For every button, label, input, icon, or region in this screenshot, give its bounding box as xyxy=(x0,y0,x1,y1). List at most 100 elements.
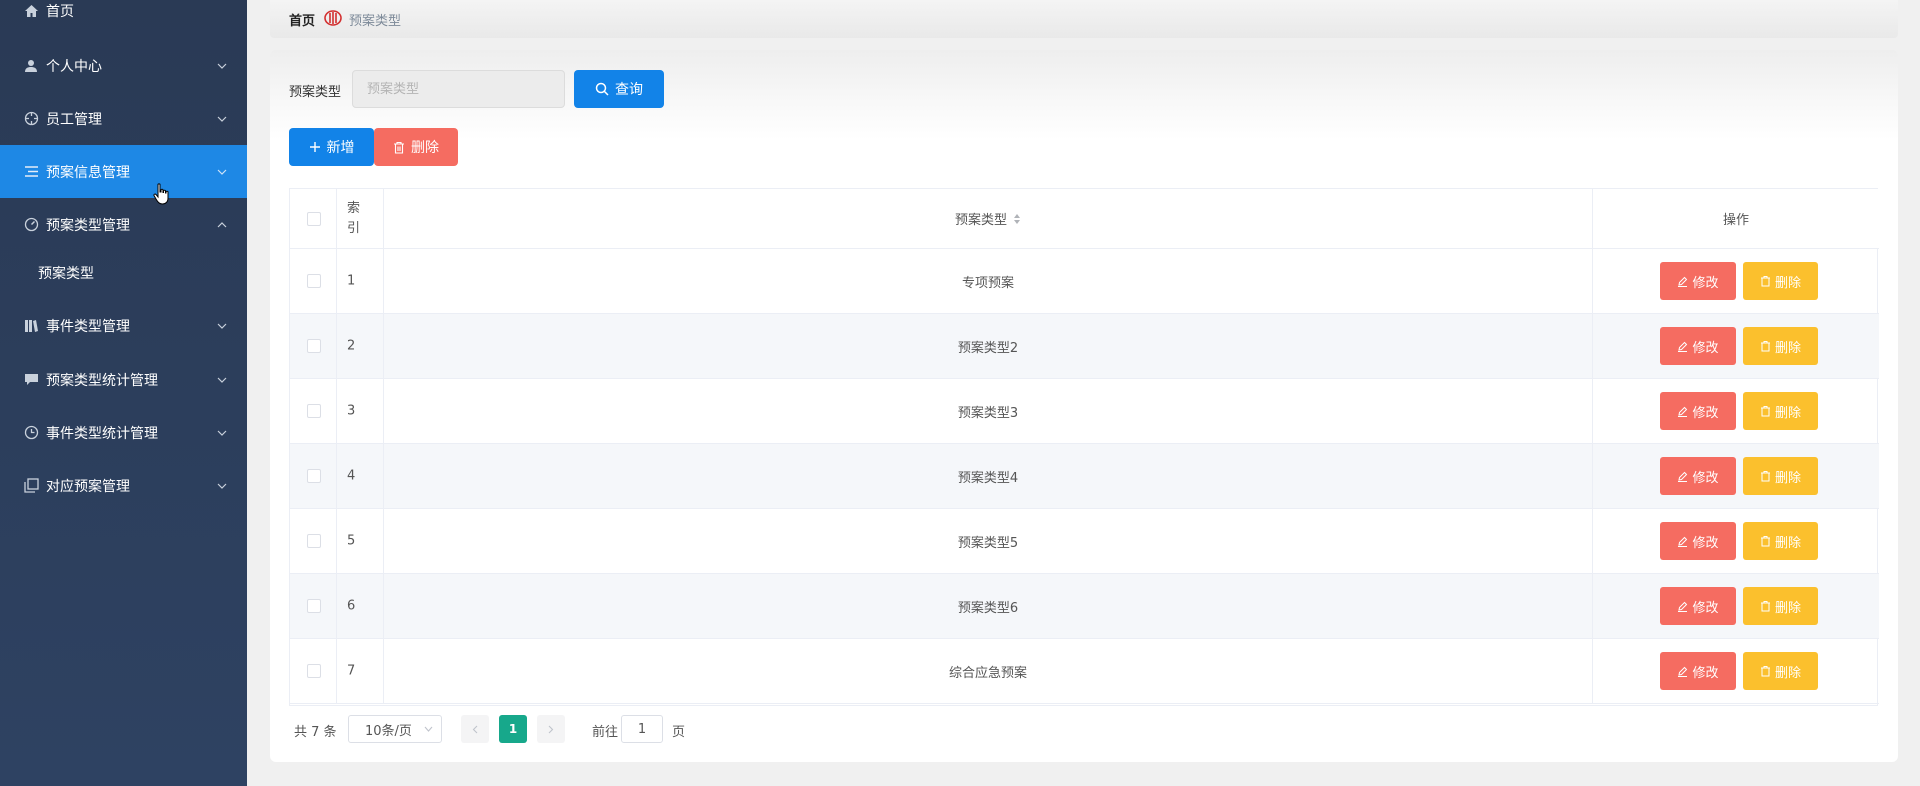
row-type-cell: 专项预案 xyxy=(384,249,1593,313)
pagination-total: 共 7 条 xyxy=(294,725,337,740)
trash-icon xyxy=(1760,471,1770,482)
edit-button[interactable]: 修改 xyxy=(1660,522,1736,560)
page-number[interactable]: 1 xyxy=(499,715,527,743)
batch-delete-button-label: 删除 xyxy=(411,140,439,156)
breadcrumb-separator-icon xyxy=(324,10,342,26)
row-type-cell: 预案类型6 xyxy=(384,574,1593,638)
edit-button-label: 修改 xyxy=(1692,665,1719,681)
edit-button[interactable]: 修改 xyxy=(1660,392,1736,430)
row-type: 专项预案 xyxy=(961,275,1014,291)
breadcrumb: 首页 预案类型 xyxy=(270,0,1898,38)
edit-button[interactable]: 修改 xyxy=(1660,327,1736,365)
page-size-select[interactable]: 10条/页 xyxy=(348,715,442,743)
sort-icon[interactable] xyxy=(1013,213,1021,225)
row-type: 预案类型4 xyxy=(957,470,1019,486)
query-button-label: 查询 xyxy=(615,82,643,98)
user-icon xyxy=(23,58,39,74)
row-check-cell xyxy=(290,379,337,443)
batch-delete-button[interactable]: 删除 xyxy=(374,128,458,166)
edit-button[interactable]: 修改 xyxy=(1660,652,1736,690)
row-index-cell: 5 xyxy=(337,509,384,573)
add-button[interactable]: 新增 xyxy=(289,128,374,166)
plan-type-table: 索引 预案类型 操作 1 专项预案 修改 删除 2 预案类型2 修改 删除 3 … xyxy=(289,188,1879,706)
header-type: 预案类型 xyxy=(954,213,1007,228)
row-type-cell: 预案类型4 xyxy=(384,444,1593,508)
row-index: 3 xyxy=(347,403,356,419)
row-check-cell xyxy=(290,574,337,638)
row-index: 2 xyxy=(347,338,356,354)
home-icon xyxy=(23,3,39,19)
goto-page-input[interactable] xyxy=(621,715,663,743)
crosshair-icon xyxy=(23,111,39,127)
delete-button[interactable]: 删除 xyxy=(1743,392,1818,430)
row-checkbox[interactable] xyxy=(307,534,321,548)
delete-button[interactable]: 删除 xyxy=(1743,457,1818,495)
delete-button[interactable]: 删除 xyxy=(1743,327,1818,365)
row-index: 1 xyxy=(347,273,356,289)
table-row: 2 预案类型2 修改 删除 xyxy=(290,314,1879,379)
sidebar-item-event-type[interactable]: 事件类型管理 xyxy=(0,299,247,352)
add-button-label: 新增 xyxy=(326,140,355,156)
row-checkbox[interactable] xyxy=(307,664,321,678)
delete-button[interactable]: 删除 xyxy=(1743,522,1818,560)
sidebar-item-mapped-plan[interactable]: 对应预案管理 xyxy=(0,459,247,512)
plus-icon xyxy=(309,142,320,152)
delete-button[interactable]: 删除 xyxy=(1743,587,1818,625)
edit-icon xyxy=(1678,341,1688,352)
row-check-cell xyxy=(290,444,337,508)
sidebar-item-label: 个人中心 xyxy=(46,58,102,75)
sidebar-item-label: 事件类型管理 xyxy=(46,318,130,335)
row-index: 6 xyxy=(347,598,356,614)
submenu-item-plan-type[interactable]: 预案类型 xyxy=(0,249,247,297)
row-check-cell xyxy=(290,249,337,313)
sidebar-item-staff[interactable]: 员工管理 xyxy=(0,92,247,145)
row-type: 预案类型6 xyxy=(957,600,1019,616)
row-checkbox[interactable] xyxy=(307,469,321,483)
prev-page-button[interactable] xyxy=(461,715,489,743)
trash-icon xyxy=(1760,601,1770,612)
select-all-checkbox[interactable] xyxy=(307,211,321,226)
goto-label: 前往 xyxy=(592,725,619,740)
list-icon xyxy=(23,164,39,180)
row-check-cell xyxy=(290,314,337,378)
table-row: 7 综合应急预案 修改 删除 xyxy=(290,639,1879,704)
row-checkbox[interactable] xyxy=(307,339,321,353)
delete-button[interactable]: 删除 xyxy=(1743,262,1818,300)
chevron-down-icon xyxy=(217,377,227,383)
sidebar-item-home[interactable]: 首页 xyxy=(0,0,247,37)
edit-button[interactable]: 修改 xyxy=(1660,262,1736,300)
sidebar-item-label: 预案类型管理 xyxy=(46,217,130,234)
trash-icon xyxy=(1760,341,1770,352)
breadcrumb-home[interactable]: 首页 xyxy=(289,10,315,29)
delete-button[interactable]: 删除 xyxy=(1743,652,1818,690)
edit-button-label: 修改 xyxy=(1692,275,1719,291)
sidebar-item-plan-type[interactable]: 预案类型管理 xyxy=(0,198,247,251)
sidebar-item-plan-type-stats[interactable]: 预案类型统计管理 xyxy=(0,353,247,406)
sidebar-item-event-type-stats[interactable]: 事件类型统计管理 xyxy=(0,406,247,459)
edit-button-label: 修改 xyxy=(1692,470,1719,486)
sidebar-item-plan-info[interactable]: 预案信息管理 xyxy=(0,145,247,198)
search-input[interactable] xyxy=(352,70,565,108)
query-button[interactable]: 查询 xyxy=(574,70,664,108)
sidebar-item-label: 首页 xyxy=(46,3,74,20)
row-checkbox[interactable] xyxy=(307,274,321,288)
delete-button-label: 删除 xyxy=(1774,340,1801,356)
sidebar-item-label: 预案信息管理 xyxy=(46,164,130,181)
sidebar-item-label: 对应预案管理 xyxy=(46,478,130,495)
row-checkbox[interactable] xyxy=(307,404,321,418)
row-check-cell xyxy=(290,639,337,703)
sidebar-item-personal-center[interactable]: 个人中心 xyxy=(0,39,247,92)
next-page-button[interactable] xyxy=(537,715,565,743)
trash-icon xyxy=(1760,406,1770,417)
row-index: 5 xyxy=(347,533,356,549)
edit-icon xyxy=(1678,601,1688,612)
chevron-down-icon xyxy=(217,323,227,329)
edit-button[interactable]: 修改 xyxy=(1660,457,1736,495)
row-checkbox[interactable] xyxy=(307,599,321,613)
table-row: 6 预案类型6 修改 删除 xyxy=(290,574,1879,639)
header-type-cell[interactable]: 预案类型 xyxy=(384,189,1593,248)
edit-button-label: 修改 xyxy=(1692,600,1719,616)
edit-button[interactable]: 修改 xyxy=(1660,587,1736,625)
edit-icon xyxy=(1678,666,1688,677)
sidebar-item-label: 事件类型统计管理 xyxy=(46,425,158,442)
